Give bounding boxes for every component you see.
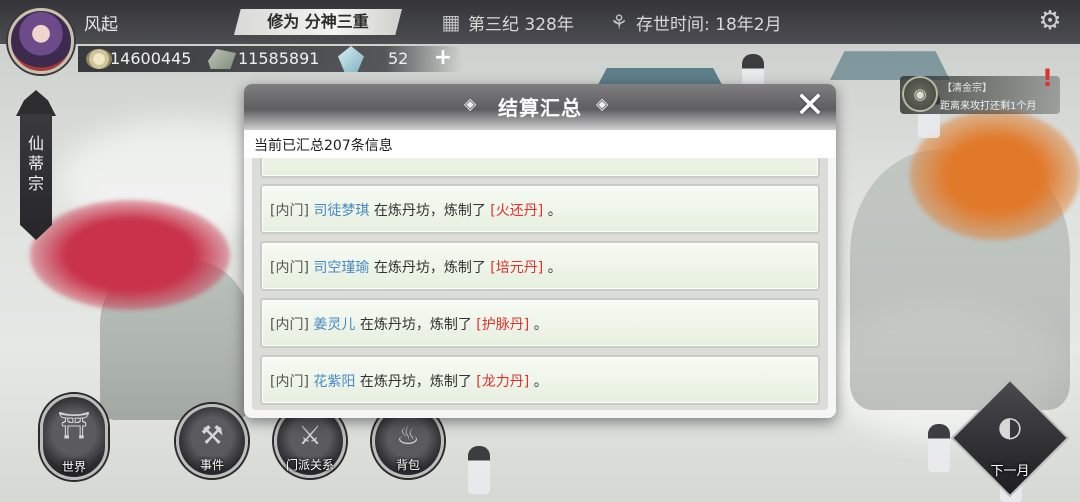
player-avatar[interactable] xyxy=(8,8,74,74)
spirit-stone-count: 14600445 xyxy=(110,49,192,68)
dialog-title: 结算汇总 xyxy=(498,96,582,120)
notice-title: 【清金宗】 xyxy=(942,83,992,94)
wheat-icon: ⚘ xyxy=(610,10,628,34)
entry-end: 。 xyxy=(533,317,548,333)
entry-action: 在炼丹坊，炼制了 xyxy=(373,203,486,219)
entry-end: 。 xyxy=(533,374,548,390)
entry-end: 。 xyxy=(547,203,562,219)
list-item xyxy=(260,158,820,178)
world-label: 世界 xyxy=(61,460,86,474)
disciple-name[interactable]: 司徒梦琪 xyxy=(313,203,369,219)
close-icon[interactable]: ✕ xyxy=(792,88,828,124)
summary-count: 当前已汇总207条信息 xyxy=(254,138,393,154)
sect-banner[interactable]: 仙蒂宗 xyxy=(14,90,58,240)
relations-label: 门派关系 xyxy=(285,458,334,472)
bag-label: 背包 xyxy=(395,458,420,472)
entry-tag: [内门] xyxy=(270,203,309,219)
entry-tag: [内门] xyxy=(270,260,309,276)
list-item: [内门] 司徒梦琪 在炼丹坊，炼制了 [火还丹] 。 xyxy=(260,184,820,234)
next-month-label[interactable]: 下一月 xyxy=(980,460,1040,479)
era-text: 第三纪 328年 xyxy=(468,15,574,35)
calendar-icon: ▦ xyxy=(441,10,461,34)
item-name[interactable]: [龙力丹] xyxy=(476,374,529,390)
log-list[interactable]: [内门] 司徒梦琪 在炼丹坊，炼制了 [火还丹] 。 [内门] 司空瑾瑜 在炼丹… xyxy=(252,158,828,410)
ornament-right-icon: ◈ xyxy=(596,94,609,113)
entry-tag: [内门] xyxy=(270,374,309,390)
summary-bar: 当前已汇总207条信息 xyxy=(244,130,836,158)
disciple-name[interactable]: 姜灵儿 xyxy=(313,317,355,333)
item-name[interactable]: [培元丹] xyxy=(490,260,543,276)
entry-tag: [内门] xyxy=(270,317,309,333)
notice-text: 距离来攻打还剩1个月 xyxy=(940,101,1037,112)
add-crystal-button[interactable]: + xyxy=(432,46,454,70)
event-button[interactable]: ⚒ 事件 xyxy=(176,404,248,478)
sect-name: 仙蒂宗 xyxy=(27,134,44,193)
player-name: 风起 xyxy=(84,15,118,35)
pavilion-roof xyxy=(830,51,950,80)
entry-action: 在炼丹坊，炼制了 xyxy=(359,374,472,390)
world-icon: ⛩ xyxy=(57,411,91,441)
spirit-stone-icon xyxy=(86,49,112,69)
event-label: 事件 xyxy=(199,458,224,472)
pagoda-icon xyxy=(16,90,56,116)
entry-action: 在炼丹坊，炼制了 xyxy=(373,260,486,276)
disciple-figure[interactable] xyxy=(468,446,490,494)
material-count: 11585891 xyxy=(238,49,320,68)
entry-end: 。 xyxy=(547,260,562,276)
crystal-count: 52 xyxy=(388,49,409,68)
world-button[interactable]: ⛩ 世界 xyxy=(40,394,108,480)
disciple-figure[interactable] xyxy=(928,424,950,472)
alert-icon: ! xyxy=(1042,64,1053,92)
sect-emblem-icon: ◉ xyxy=(902,76,938,112)
crossed-swords-icon: ⚔ xyxy=(298,421,322,451)
disciple-name[interactable]: 花紫阳 xyxy=(313,374,355,390)
settlement-summary-dialog: ◈ 结算汇总 ◈ ✕ 当前已汇总207条信息 [内门] 司徒梦琪 在炼丹坊，炼制… xyxy=(244,84,836,418)
sundial-icon: ◐ xyxy=(997,410,1023,443)
bag-icon: ♨ xyxy=(396,421,420,451)
list-item: [内门] 司空瑾瑜 在炼丹坊，炼制了 [培元丹] 。 xyxy=(260,241,820,291)
entry-action: 在炼丹坊，炼制了 xyxy=(359,317,472,333)
list-item: [内门] 花紫阳 在炼丹坊，炼制了 [龙力丹] 。 xyxy=(260,355,820,405)
item-name[interactable]: [火还丹] xyxy=(490,203,543,219)
gear-icon[interactable]: ⚙ xyxy=(1036,7,1064,35)
item-name[interactable]: [护脉丹] xyxy=(476,317,529,333)
event-icon: ⚒ xyxy=(200,421,224,451)
lifetime-text: 存世时间: 18年2月 xyxy=(636,15,782,35)
disciple-name[interactable]: 司空瑾瑜 xyxy=(313,260,369,276)
red-tree xyxy=(30,200,230,310)
cultivation-realm-badge[interactable]: 修为 分神三重 xyxy=(234,9,402,35)
list-item: [内门] 姜灵儿 在炼丹坊，炼制了 [护脉丹] 。 xyxy=(260,298,820,348)
